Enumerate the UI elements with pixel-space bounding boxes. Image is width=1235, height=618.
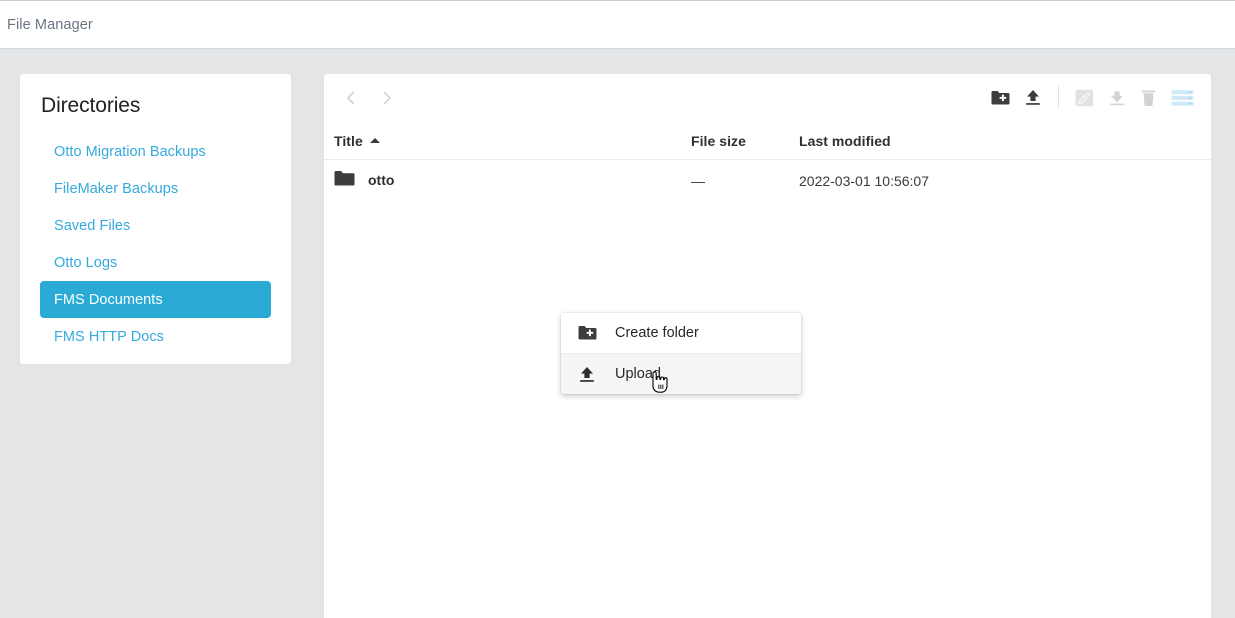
menu-item-label: Upload <box>615 366 661 382</box>
sidebar-item-label: FileMaker Backups <box>54 180 179 197</box>
download-button[interactable] <box>1105 84 1128 111</box>
sidebar-item-label: FMS Documents <box>54 291 163 308</box>
sidebar-item-label: FMS HTTP Docs <box>54 328 164 345</box>
edit-pencil-icon <box>1075 89 1094 107</box>
context-menu: Create folder Upload <box>561 313 801 394</box>
file-table: Title File size Last modified otto — 202… <box>324 122 1211 202</box>
column-header-title[interactable]: Title <box>334 133 380 149</box>
folder-icon <box>334 170 355 190</box>
sidebar-item-label: Saved Files <box>54 217 131 234</box>
table-header-row: Title File size Last modified <box>324 122 1211 160</box>
column-header-title-label: Title <box>334 133 363 149</box>
toolbar-divider <box>1058 86 1059 109</box>
sidebar-item-otto-migration-backups[interactable]: Otto Migration Backups <box>40 133 271 170</box>
sidebar-item-saved-files[interactable]: Saved Files <box>40 207 271 244</box>
menu-item-upload[interactable]: Upload <box>561 353 801 394</box>
sidebar-item-fms-documents[interactable]: FMS Documents <box>40 281 271 318</box>
forward-button[interactable] <box>374 85 400 111</box>
download-icon <box>1108 89 1126 106</box>
upload-button[interactable] <box>1021 84 1044 111</box>
file-toolbar <box>324 74 1211 122</box>
rename-button[interactable] <box>1073 84 1096 111</box>
column-header-file-size[interactable]: File size <box>691 133 746 149</box>
row-title-label: otto <box>368 172 395 188</box>
upload-icon <box>576 366 598 383</box>
table-row[interactable]: otto — 2022-03-01 10:56:07 <box>324 160 1211 202</box>
row-title-cell: otto <box>334 170 394 190</box>
sidebar-item-label: Otto Migration Backups <box>54 143 206 160</box>
sidebar-item-otto-logs[interactable]: Otto Logs <box>40 244 271 281</box>
view-list-button[interactable] <box>1169 84 1195 111</box>
create-folder-icon <box>991 90 1010 106</box>
toolbar-actions <box>989 84 1195 111</box>
create-folder-button[interactable] <box>989 84 1012 111</box>
back-button[interactable] <box>338 85 364 111</box>
chevron-right-icon <box>380 90 394 106</box>
row-file-size: — <box>691 173 705 189</box>
delete-button[interactable] <box>1137 84 1160 111</box>
directories-title: Directories <box>41 94 141 117</box>
view-list-icon <box>1171 89 1194 107</box>
page-title: File Manager <box>7 17 93 33</box>
chevron-left-icon <box>344 90 358 106</box>
row-last-modified: 2022-03-01 10:56:07 <box>799 173 929 189</box>
sidebar-item-fms-http-docs[interactable]: FMS HTTP Docs <box>40 318 271 355</box>
sort-ascending-icon <box>369 138 380 143</box>
menu-item-label: Create folder <box>615 325 699 341</box>
trash-icon <box>1141 89 1156 107</box>
create-folder-icon <box>576 325 598 341</box>
sidebar-item-filemaker-backups[interactable]: FileMaker Backups <box>40 170 271 207</box>
directories-list: Otto Migration Backups FileMaker Backups… <box>20 133 291 355</box>
directories-panel: Directories Otto Migration Backups FileM… <box>19 73 292 365</box>
upload-icon <box>1024 89 1042 106</box>
menu-item-create-folder[interactable]: Create folder <box>561 313 801 353</box>
app-header: File Manager <box>0 0 1235 49</box>
sidebar-item-label: Otto Logs <box>54 254 118 271</box>
column-header-last-modified[interactable]: Last modified <box>799 133 891 149</box>
navigation-buttons <box>338 85 400 111</box>
